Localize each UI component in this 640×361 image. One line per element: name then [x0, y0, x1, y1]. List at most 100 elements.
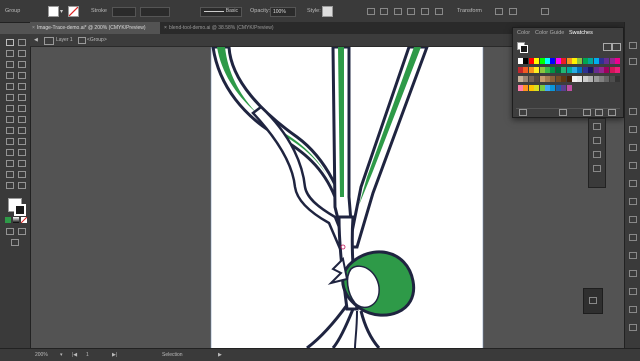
back-arrow-icon[interactable]: ◀	[34, 37, 38, 43]
artboard-panel-icon[interactable]	[589, 297, 597, 304]
swatch-cell[interactable]	[604, 67, 610, 73]
panel-menu-icon[interactable]	[541, 8, 549, 15]
swatch-cell[interactable]	[593, 58, 599, 64]
shape-builder-icon[interactable]	[6, 127, 14, 134]
artboards-icon[interactable]	[629, 216, 637, 223]
chevron-down-icon[interactable]: ▾	[60, 352, 63, 358]
swatch-cell[interactable]	[545, 58, 550, 64]
rectangle-tool-icon[interactable]	[6, 83, 14, 90]
swatch-cell[interactable]	[615, 58, 621, 64]
align-middle-icon[interactable]	[435, 8, 443, 15]
swatch-cell[interactable]	[593, 76, 599, 82]
swatch-cell[interactable]	[582, 58, 588, 64]
scale-tool-icon[interactable]	[18, 105, 26, 112]
width-tool-icon[interactable]	[6, 116, 14, 123]
isolate-group-icon[interactable]	[495, 8, 503, 15]
swatch-cell[interactable]	[561, 67, 567, 73]
draw-normal-icon[interactable]	[6, 228, 14, 235]
swatch-cell[interactable]	[615, 76, 621, 82]
swatch-cell[interactable]	[609, 58, 615, 64]
gradient-panel-icon[interactable]	[629, 180, 637, 187]
mesh-tool-icon[interactable]	[6, 138, 14, 145]
swatch-cell[interactable]	[615, 67, 621, 73]
next-artboard-icon[interactable]: ▶|	[112, 352, 117, 358]
pen-tool-icon[interactable]	[6, 61, 14, 68]
graphic-styles-icon[interactable]	[629, 306, 637, 313]
swatch-cell[interactable]	[555, 85, 561, 91]
swatch-cell[interactable]	[609, 67, 615, 73]
blend-tool-icon[interactable]	[18, 149, 26, 156]
tab-color-guide[interactable]: Color Guide	[535, 30, 564, 36]
swatch-cell[interactable]	[550, 76, 556, 82]
swatch-cell[interactable]	[523, 85, 529, 91]
new-swatch-icon[interactable]	[595, 109, 603, 116]
swatch-cell[interactable]	[604, 58, 610, 64]
column-graph-icon[interactable]	[18, 160, 26, 167]
align-center-icon[interactable]	[394, 8, 402, 15]
align-right-icon[interactable]	[407, 8, 415, 15]
swatch-cell[interactable]	[539, 76, 545, 82]
shaper-tool-icon[interactable]	[6, 94, 14, 101]
properties-icon[interactable]	[629, 126, 637, 133]
stroke-indicator[interactable]	[520, 45, 528, 53]
breadcrumb-layer[interactable]: Layer 1	[56, 37, 73, 43]
symbols-icon[interactable]	[629, 270, 637, 277]
direct-selection-tool-icon[interactable]	[18, 39, 26, 46]
swatch-cell[interactable]	[528, 76, 534, 82]
stroke-swatch[interactable]	[68, 6, 79, 17]
first-artboard-icon[interactable]: |◀	[72, 352, 77, 358]
tab-color[interactable]: Color	[517, 30, 530, 36]
swatch-cell[interactable]	[582, 67, 588, 73]
rotate-tool-icon[interactable]	[6, 105, 14, 112]
transparency-icon[interactable]	[629, 162, 637, 169]
artboard-tool-icon[interactable]	[6, 171, 14, 178]
swatch-cell[interactable]	[539, 58, 545, 64]
stroke-weight-field[interactable]	[112, 7, 136, 17]
paragraph-icon[interactable]	[593, 137, 601, 144]
paintbrush-icon[interactable]	[18, 83, 26, 90]
swatch-cell[interactable]	[582, 76, 588, 82]
links-icon[interactable]	[629, 252, 637, 259]
show-swatch-kinds-icon[interactable]	[559, 109, 567, 116]
graphic-style-swatch[interactable]	[322, 6, 333, 17]
zoom-level[interactable]: 200%	[35, 352, 48, 358]
swatch-cell[interactable]	[523, 58, 529, 64]
swatch-cell[interactable]	[588, 76, 594, 82]
hand-tool-icon[interactable]	[6, 182, 14, 189]
eyedropper-icon[interactable]	[6, 149, 14, 156]
swatch-cell[interactable]	[561, 85, 567, 91]
swatch-cell[interactable]	[599, 76, 604, 82]
swatch-cell[interactable]	[528, 58, 534, 64]
swatch-cell[interactable]	[577, 67, 583, 73]
swatch-cell[interactable]	[539, 67, 545, 73]
zoom-tool-icon[interactable]	[18, 182, 26, 189]
tab-swatches[interactable]: Swatches	[569, 30, 593, 36]
fill-swatch[interactable]	[48, 6, 59, 17]
swatch-cell[interactable]	[577, 76, 583, 82]
swatch-cell[interactable]	[550, 67, 556, 73]
swatch-cell[interactable]	[539, 85, 545, 91]
slice-tool-icon[interactable]	[18, 171, 26, 178]
eraser-icon[interactable]	[18, 94, 26, 101]
align-panel-icon[interactable]	[629, 324, 637, 331]
swatch-cell[interactable]	[523, 67, 529, 73]
lasso-icon[interactable]	[18, 50, 26, 57]
perspective-grid-icon[interactable]	[18, 127, 26, 134]
swatch-cell[interactable]	[518, 58, 523, 64]
swatch-cell[interactable]	[523, 76, 529, 82]
swatch-cell[interactable]	[555, 76, 561, 82]
brushes-icon[interactable]	[629, 288, 637, 295]
swatch-cell[interactable]	[534, 67, 540, 73]
gradient-tool-icon[interactable]	[18, 138, 26, 145]
swatch-cell[interactable]	[545, 85, 550, 91]
line-tool-icon[interactable]	[18, 72, 26, 79]
swatch-cell[interactable]	[545, 76, 550, 82]
swatch-cell[interactable]	[577, 58, 583, 64]
none-mode-icon[interactable]	[21, 217, 27, 223]
swatch-cell[interactable]	[566, 58, 572, 64]
swatch-cell[interactable]	[588, 67, 594, 73]
screen-mode-icon[interactable]	[11, 239, 19, 246]
character-icon[interactable]	[593, 123, 601, 130]
color-panel-icon[interactable]	[629, 42, 637, 49]
status-menu-icon[interactable]: ▶	[218, 352, 222, 358]
